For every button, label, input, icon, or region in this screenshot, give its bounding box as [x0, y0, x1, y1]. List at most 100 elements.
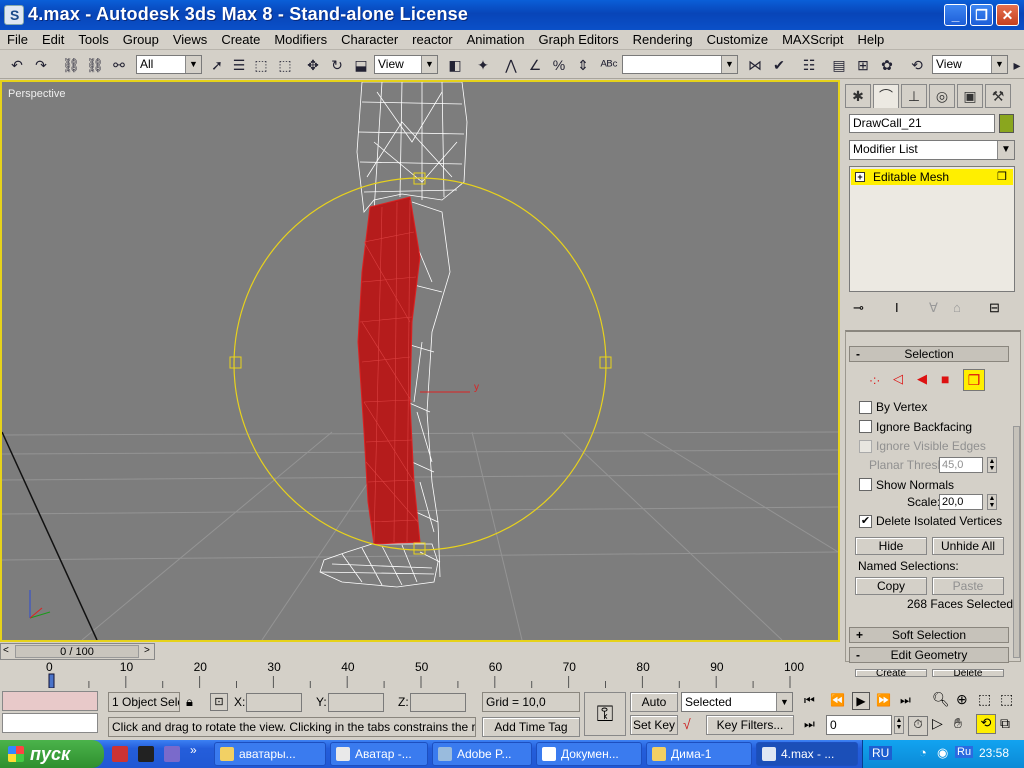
scale-field[interactable]: 20,0 — [939, 494, 983, 510]
bind-spacewarp-icon[interactable]: ⚯ — [108, 54, 130, 76]
pan-icon[interactable]: ✋︎ — [954, 715, 962, 732]
mirror-icon[interactable]: ⋈ — [744, 54, 766, 76]
language-indicator[interactable]: RU — [869, 746, 893, 760]
key-mode-dropdown[interactable]: Selected ▼ — [681, 692, 793, 712]
reference-coordinate-dropdown[interactable]: View ▼ — [374, 55, 438, 74]
menu-group[interactable]: Group — [116, 30, 166, 49]
zoom-extents-icon[interactable]: ⬚ — [978, 691, 991, 708]
z-coordinate-field[interactable] — [410, 693, 466, 712]
maximize-viewport-icon[interactable]: ⧉ — [1000, 715, 1010, 732]
set-key-button[interactable]: Set Key — [630, 715, 678, 735]
menu-modifiers[interactable]: Modifiers — [267, 30, 334, 49]
render-type-dropdown[interactable]: View ▼ — [932, 55, 1008, 74]
unhide-all-button[interactable]: Unhide All — [932, 537, 1004, 555]
menu-create[interactable]: Create — [214, 30, 267, 49]
named-selection-sets-dropdown[interactable]: ▼ — [622, 55, 738, 74]
task-avatar-browser[interactable]: Аватар -... — [330, 742, 428, 766]
create-button[interactable]: Create — [855, 669, 927, 677]
align-icon[interactable]: ✔ — [768, 54, 790, 76]
start-button[interactable]: пуск — [0, 740, 104, 768]
window-crossing-icon[interactable]: ⬚ — [274, 54, 296, 76]
by-vertex-checkbox[interactable] — [859, 401, 872, 414]
vertex-mode-icon[interactable]: ·:· — [869, 373, 880, 387]
frame-counter[interactable]: 0 / 100 — [15, 645, 139, 658]
zoom-icon[interactable]: 🔍︎ — [932, 691, 950, 708]
schematic-view-icon[interactable]: ⊞ — [852, 54, 874, 76]
planar-thresh-field[interactable]: 45,0 — [939, 457, 983, 473]
zoom-all-icon[interactable]: ⊕ — [956, 691, 968, 708]
zoom-extents-all-icon[interactable]: ⬚ — [1000, 691, 1013, 708]
expand-icon[interactable]: + — [855, 172, 865, 182]
edit-geometry-rollout-header[interactable]: - Edit Geometry — [849, 647, 1009, 663]
go-to-end-icon[interactable]: ⏭ — [900, 693, 911, 708]
field-of-view-icon[interactable]: ▷ — [932, 715, 943, 732]
quicklaunch-messenger-icon[interactable] — [164, 746, 180, 762]
quicklaunch-player-icon[interactable] — [138, 746, 154, 762]
unlink-icon[interactable]: ⛓ — [84, 54, 106, 76]
lock-selection-icon[interactable]: 🔒︎ — [186, 694, 193, 710]
task-document[interactable]: Докумен... — [536, 742, 642, 766]
app-icon[interactable] — [4, 5, 24, 25]
menu-edit[interactable]: Edit — [35, 30, 71, 49]
x-coordinate-field[interactable] — [246, 693, 302, 712]
move-icon[interactable]: ✥ — [302, 54, 324, 76]
quicklaunch-app-icon[interactable] — [112, 746, 128, 762]
paste-button[interactable]: Paste — [932, 577, 1004, 595]
rotate-icon[interactable]: ↻ — [326, 54, 348, 76]
absolute-mode-icon[interactable]: ⊡ — [210, 693, 228, 711]
modifier-list-dropdown[interactable]: Modifier List ▼ — [849, 140, 1015, 160]
layer-manager-icon[interactable]: ☷ — [798, 54, 820, 76]
menu-views[interactable]: Views — [166, 30, 214, 49]
material-editor-icon[interactable]: ✿ — [876, 54, 898, 76]
delete-button[interactable]: Delete — [932, 669, 1004, 677]
close-button[interactable]: ✕ — [996, 4, 1019, 26]
volume-icon[interactable]: ◉ — [937, 745, 948, 761]
key-filters-button[interactable]: Key Filters... — [706, 715, 794, 735]
edit-named-selection-icon[interactable]: ᴬᴮᶜ — [598, 54, 620, 76]
stack-item-editable-mesh[interactable]: + Editable Mesh ❒ — [851, 169, 1013, 185]
rectangle-selection-icon[interactable]: ⬚ — [250, 54, 272, 76]
display-tab-icon[interactable]: ▣ — [957, 84, 983, 108]
pivot-center-icon[interactable]: ◧ — [444, 54, 466, 76]
select-manipulate-icon[interactable]: ✦ — [472, 54, 494, 76]
pin-stack-icon[interactable]: ⊸ — [853, 300, 864, 316]
auto-key-button[interactable]: Auto Key — [630, 692, 678, 727]
element-mode-icon[interactable]: ❒ — [963, 369, 985, 391]
remove-modifier-icon[interactable]: ⌂ — [953, 300, 961, 315]
select-object-icon[interactable]: ➚ — [206, 54, 228, 76]
hierarchy-tab-icon[interactable]: ⊥ — [901, 84, 927, 108]
selection-rollout-header[interactable]: - Selection — [849, 346, 1009, 362]
maxscript-listener-input[interactable] — [2, 713, 98, 733]
minimize-button[interactable]: _ — [944, 4, 967, 26]
curve-editor-icon[interactable]: ▤ — [828, 54, 850, 76]
modify-tab-icon[interactable]: ⌒ — [873, 84, 899, 108]
make-unique-icon[interactable]: ∀ — [929, 300, 938, 316]
spinner-snap-icon[interactable]: ⇕ — [572, 54, 594, 76]
configure-sets-icon[interactable]: ⊟ — [989, 300, 1000, 316]
set-keys-key-icon[interactable]: ⚿ — [584, 692, 626, 736]
show-normals-checkbox[interactable] — [859, 478, 872, 491]
polygon-mode-icon[interactable]: ■ — [941, 371, 949, 387]
y-coordinate-field[interactable] — [328, 693, 384, 712]
arc-rotate-icon[interactable]: ⟲ — [976, 714, 996, 734]
object-name-field[interactable]: DrawCall_21 — [849, 114, 995, 133]
chevron-left-icon[interactable]: < — [3, 645, 9, 656]
menu-help[interactable]: Help — [850, 30, 891, 49]
time-slider[interactable]: < 0 / 100 > — [0, 643, 155, 660]
add-time-tag-button[interactable]: Add Time Tag — [482, 717, 580, 737]
percent-snap-icon[interactable]: % — [548, 54, 570, 76]
link-icon[interactable]: ⛓ — [60, 54, 82, 76]
menu-graph-editors[interactable]: Graph Editors — [531, 30, 625, 49]
current-frame-field[interactable]: 0 — [826, 715, 892, 735]
perspective-viewport[interactable]: Perspective y — [0, 80, 840, 642]
menu-rendering[interactable]: Rendering — [626, 30, 700, 49]
scale-spinner[interactable]: ▲ ▼ — [987, 494, 997, 510]
render-scene-icon[interactable]: ⟲ — [906, 54, 928, 76]
go-to-start-icon[interactable]: ⏮ — [804, 693, 815, 708]
menu-customize[interactable]: Customize — [700, 30, 775, 49]
motion-tab-icon[interactable]: ◎ — [929, 84, 955, 108]
clock[interactable]: 23:58 — [979, 746, 1009, 760]
menu-maxscript[interactable]: MAXScript — [775, 30, 850, 49]
undo-icon[interactable]: ↶ — [6, 54, 28, 76]
task-folder-avatars[interactable]: аватары... — [214, 742, 326, 766]
